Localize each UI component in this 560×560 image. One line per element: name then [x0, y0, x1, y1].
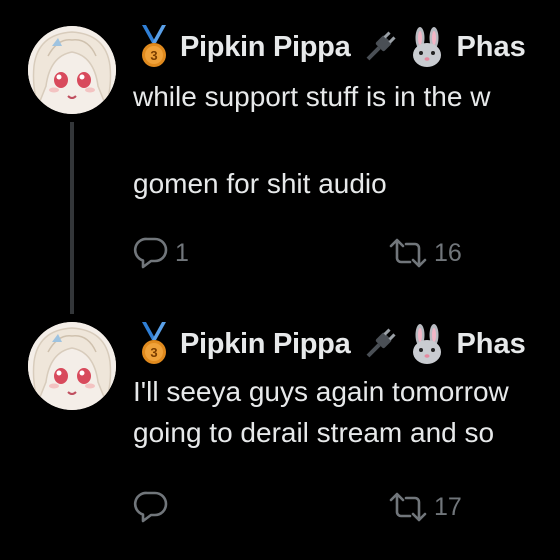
tweet-text-line: I'll seeya guys again tomorrow — [133, 376, 509, 407]
bunny-icon — [413, 324, 442, 364]
tweet-header: 3 Pipkin Pippa Phas — [134, 322, 526, 366]
avatar-image — [28, 322, 116, 410]
retweet-icon — [389, 492, 427, 522]
reply-icon — [133, 237, 168, 269]
retweet-count: 16 — [434, 238, 462, 267]
avatar[interactable] — [28, 322, 116, 410]
avatar[interactable] — [28, 26, 116, 114]
plug-icon — [367, 328, 396, 358]
retweet-button[interactable]: 16 — [388, 236, 462, 270]
medal-icon: 3 — [142, 25, 166, 67]
author-name[interactable]: Pipkin Pippa — [180, 31, 351, 64]
reply-icon — [133, 491, 168, 523]
plug-icon — [367, 31, 396, 61]
tweet-header: 3 Pipkin Pippa Phas — [134, 25, 526, 69]
medal-icon: 3 — [142, 322, 166, 364]
author-handle[interactable]: Phas — [456, 328, 525, 361]
svg-text:3: 3 — [150, 345, 157, 360]
avatar-image — [28, 26, 116, 114]
tweet-text-line: going to derail stream and so — [133, 417, 495, 448]
retweet-button[interactable]: 17 — [388, 490, 462, 524]
svg-text:3: 3 — [150, 48, 157, 63]
tweet-text-line: while support stuff is in the w — [133, 81, 491, 112]
reply-button[interactable]: 1 — [133, 236, 189, 270]
author-handle[interactable]: Phas — [456, 31, 525, 64]
tweet-text-line: gomen for shit audio — [133, 168, 387, 199]
thread-line — [70, 122, 74, 314]
retweet-icon — [389, 238, 427, 268]
bunny-icon — [413, 27, 442, 67]
author-name[interactable]: Pipkin Pippa — [180, 328, 351, 361]
reply-button[interactable] — [133, 490, 175, 524]
retweet-count: 17 — [434, 492, 462, 521]
reply-count: 1 — [175, 238, 189, 267]
